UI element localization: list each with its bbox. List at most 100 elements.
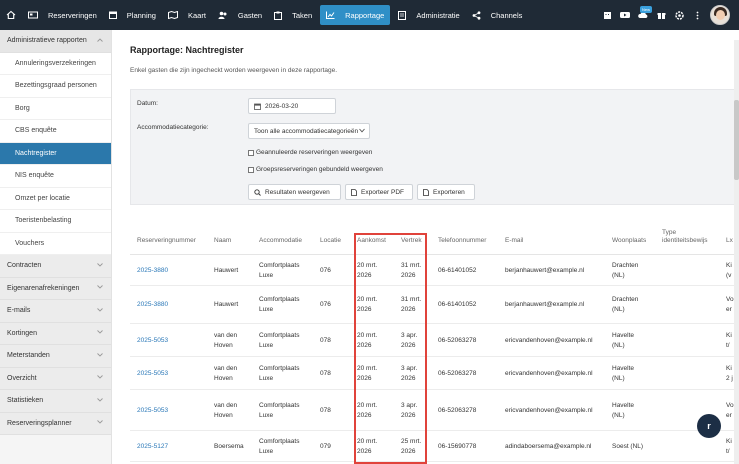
cell-accommodatie: Comfortplaats Luxe [259, 401, 300, 419]
avatar[interactable] [710, 5, 730, 25]
col-type-id[interactable]: Type identiteitsbewijs [662, 229, 708, 245]
scrollbar[interactable] [734, 40, 739, 464]
sidebar-item[interactable]: Annuleringsverzekeringen [0, 52, 111, 75]
sidebar-group-label: Reserveringsplanner [7, 419, 72, 427]
sidebar-group-label: Statistieken [7, 397, 44, 405]
cell-woonplaats: Havelte (NL) [612, 401, 635, 419]
col-reservering[interactable]: Reserveringnummer [137, 237, 196, 245]
cell-email: ericvandenhoven@example.nl [505, 406, 593, 414]
cell-reservering[interactable]: 2025-5127 [137, 442, 168, 452]
sidebar-group[interactable]: Administratieve rapporten [0, 30, 111, 53]
cell-accommodatie: Comfortplaats Luxe [259, 331, 300, 349]
cell-locatie: 076 [320, 266, 331, 274]
sidebar-group[interactable]: Meterstanden [0, 345, 111, 368]
sidebar: Administratieve rapporten Annuleringsverz… [0, 30, 112, 464]
date-input[interactable]: 2026-03-20 [248, 98, 336, 114]
export-pdf-button[interactable]: Exporteer PDF [345, 184, 413, 200]
gift-icon[interactable] [652, 11, 670, 20]
cell-naam: Boersema [214, 442, 244, 450]
sidebar-group-label: Meterstanden [7, 352, 50, 360]
cell-extra: Ki t/ [726, 331, 732, 349]
sidebar-group[interactable]: E-mails [0, 300, 111, 323]
nav-channels[interactable]: Channels [466, 0, 529, 30]
category-select[interactable]: Toon alle accommodatiecategorieën [248, 123, 370, 139]
nav-administratie-label: Administratie [416, 10, 460, 20]
chevron-down-icon [97, 262, 103, 269]
col-accommodatie[interactable]: Accommodatie [259, 237, 302, 245]
cell-woonplaats: Soest (NL) [612, 442, 644, 450]
sidebar-item[interactable]: Borg [0, 97, 111, 120]
col-extra[interactable]: Lx [726, 237, 733, 245]
ledger-icon [398, 10, 411, 20]
checkbox-box[interactable] [248, 166, 254, 173]
table-row: 2025-3880 Hauwert Comfortplaats Luxe 076 20 m… [130, 286, 739, 324]
users-icon [218, 11, 233, 19]
sidebar-group[interactable]: Kortingen [0, 322, 111, 345]
cell-reservering[interactable]: 2025-5053 [137, 336, 168, 346]
cancelled-checkbox-label: Geannuleerde reserveringen weergeven [256, 149, 373, 156]
nav-gasten[interactable]: Gasten [212, 0, 268, 30]
nav-reserveringen[interactable]: Reserveringen [22, 0, 103, 30]
cell-locatie: 076 [320, 301, 331, 308]
cell-accommodatie: Comfortplaats Luxe [259, 261, 300, 279]
chevron-down-icon [97, 352, 103, 359]
video-icon[interactable] [616, 11, 634, 19]
col-aankomst[interactable]: Aankomst [357, 237, 386, 245]
nav-rapportage-label: Rapportage [345, 10, 385, 20]
sidebar-group[interactable]: Contracten [0, 255, 111, 278]
cell-aankomst: 20 mrt. 2026 [357, 331, 378, 349]
cell-reservering[interactable]: 2025-5053 [137, 369, 168, 379]
sidebar-item[interactable]: CBS enquête [0, 120, 111, 143]
chat-button[interactable]: r [697, 414, 721, 438]
cell-reservering[interactable]: 2025-3880 [137, 300, 168, 310]
nav-administratie[interactable]: Administratie [392, 0, 465, 30]
checkbox-box[interactable] [248, 149, 254, 156]
cell-reservering[interactable]: 2025-5053 [137, 406, 168, 416]
col-locatie[interactable]: Locatie [320, 237, 341, 245]
bed-icon [28, 11, 43, 19]
table-row: 2025-5053 van den Hoven Comfortplaats Luxe 07… [130, 357, 739, 390]
main-content: Rapportage: Nachtregister Enkel gasten d… [112, 30, 739, 464]
nav-planning-label: Planning [126, 10, 156, 20]
cell-reservering[interactable]: 2025-3880 [137, 266, 168, 276]
cancelled-checkbox[interactable]: Geannuleerde reserveringen weergeven [248, 149, 372, 156]
nav-taken[interactable]: Taken [268, 0, 318, 30]
scrollbar-thumb[interactable] [734, 100, 739, 180]
col-naam[interactable]: Naam [214, 237, 231, 245]
kebab-menu-icon[interactable] [688, 11, 706, 20]
cell-aankomst: 20 mrt. 2026 [357, 296, 378, 313]
category-label: Accommodatiecategorie: [137, 124, 209, 131]
sidebar-item[interactable]: NIS enquête [0, 165, 111, 188]
sidebar-group[interactable]: Overzicht [0, 367, 111, 390]
building-icon[interactable] [598, 11, 616, 20]
sidebar-item[interactable]: Omzet per locatie [0, 187, 111, 210]
col-woonplaats[interactable]: Woonplaats [612, 237, 646, 245]
col-email[interactable]: E-mail [505, 237, 523, 245]
sidebar-group[interactable]: Reserveringsplanner [0, 412, 111, 435]
cell-email: ericvandenhoven@example.nl [505, 369, 593, 377]
sidebar-item[interactable]: Toeristenbelasting [0, 210, 111, 233]
gear-icon[interactable] [670, 10, 688, 20]
sidebar-item[interactable]: Nachtregister [0, 142, 111, 165]
sidebar-item[interactable]: Vouchers [0, 232, 111, 255]
table-row: 2025-5053 van den Hoven Comfortplaats Luxe 07… [130, 390, 739, 431]
file-icon [423, 188, 433, 196]
sidebar-group[interactable]: Statistieken [0, 390, 111, 413]
cell-naam: Hauwert [214, 266, 239, 274]
nav-taken-label: Taken [292, 10, 313, 20]
nav-rapportage[interactable]: Rapportage [320, 5, 391, 25]
col-vertrek[interactable]: Vertrek [401, 237, 422, 245]
home-icon[interactable] [0, 0, 22, 30]
sidebar-item[interactable]: Bezettingsgraad personen [0, 75, 111, 98]
export-button[interactable]: Exporteren [417, 184, 475, 200]
cell-aankomst: 20 mrt. 2026 [357, 364, 378, 382]
cell-accommodatie: Comfortplaats Luxe [259, 364, 300, 382]
nav-kaart[interactable]: Kaart [162, 0, 212, 30]
nav-planning[interactable]: Planning [103, 0, 162, 30]
show-results-button[interactable]: Resultaten weergeven [248, 184, 341, 200]
sidebar-group[interactable]: Eigenarenafrekeningen [0, 277, 111, 300]
col-telefoon[interactable]: Telefoonnummer [438, 237, 486, 245]
cell-telefoon: 06-52063278 [438, 406, 477, 414]
nav-right-tools [598, 0, 739, 30]
group-checkbox[interactable]: Groepsreserveringen gebundeld weergeven [248, 166, 383, 173]
